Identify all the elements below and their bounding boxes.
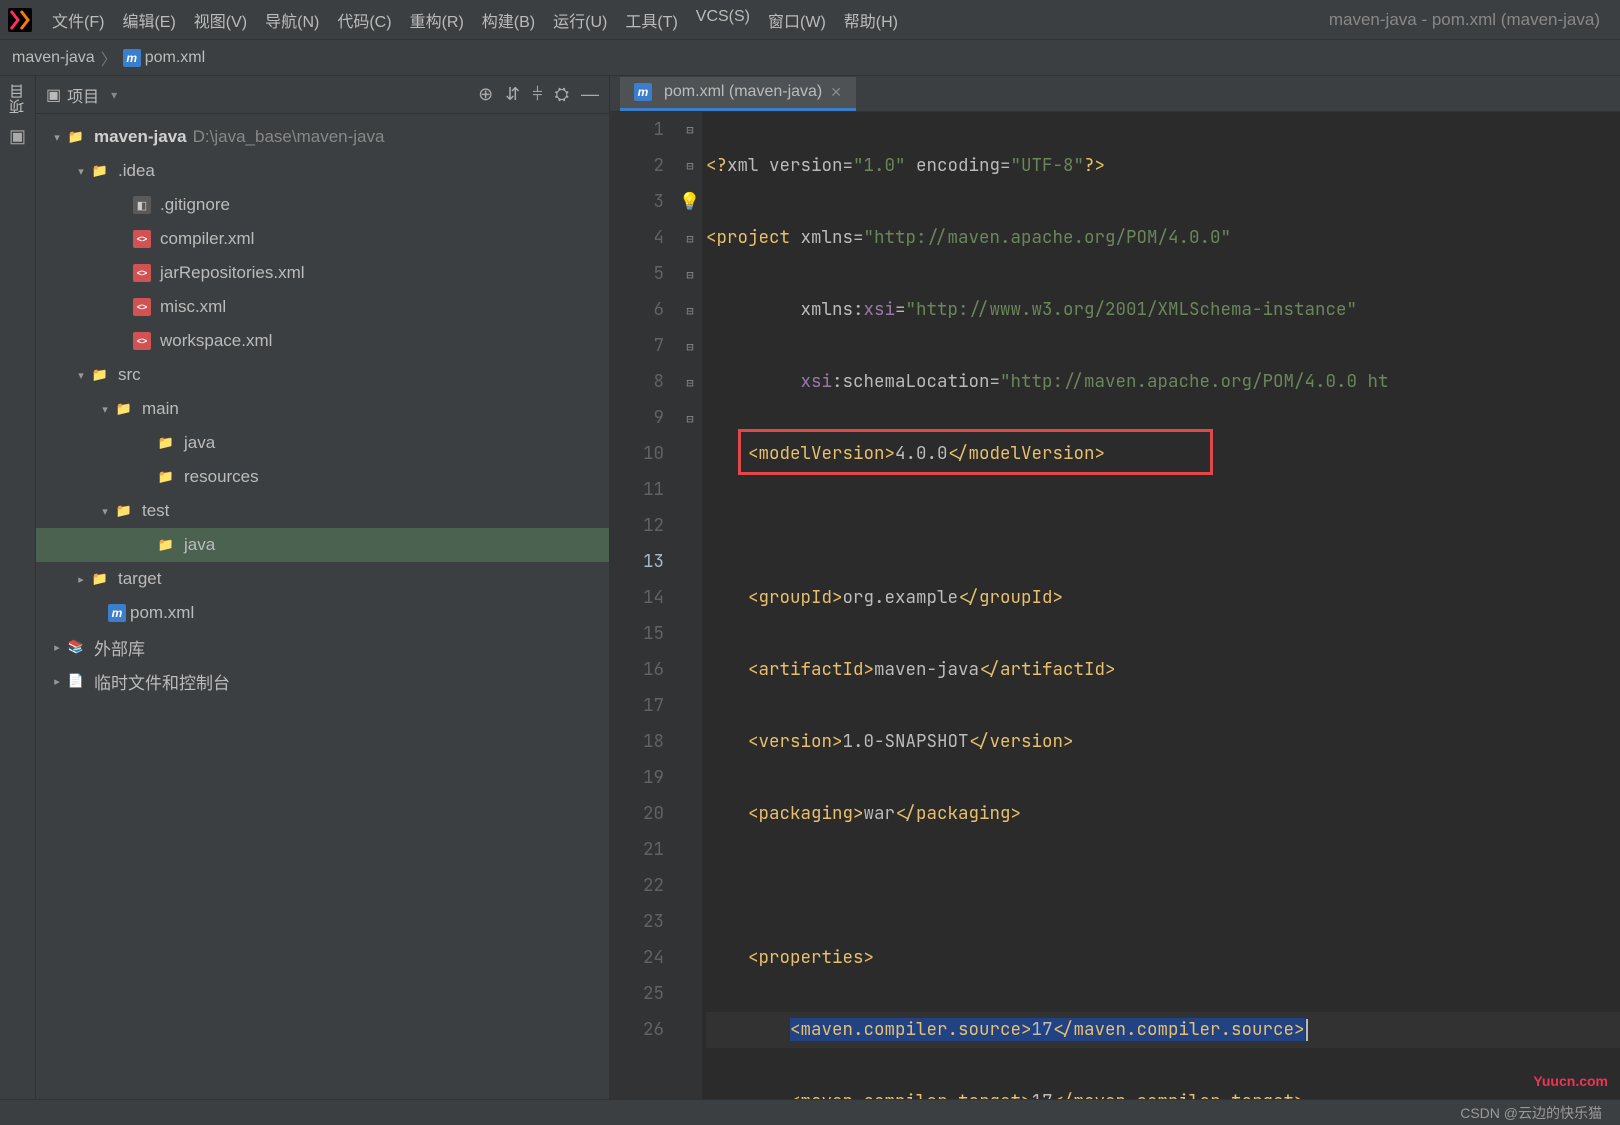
xml-file-icon: <> (132, 229, 152, 249)
chevron-right-icon: 〉 (101, 46, 117, 70)
status-text: CSDN @云边的快乐猫 (1460, 1103, 1602, 1123)
menu-window[interactable]: 窗口(W) (768, 8, 826, 32)
folder-icon: 📁 (90, 365, 110, 385)
collapse-all-icon[interactable]: ⫩ (532, 84, 542, 105)
text-cursor (1306, 1019, 1308, 1041)
status-bar: CSDN @云边的快乐猫 (0, 1099, 1620, 1125)
tree-resources[interactable]: 📁resources (36, 460, 609, 494)
menu-edit[interactable]: 编辑(E) (122, 8, 175, 32)
xml-file-icon: <> (132, 263, 152, 283)
editor-tabs: m pom.xml (maven-java) ✕ (610, 76, 1620, 112)
source-folder-icon: 📁 (156, 433, 176, 453)
code-content[interactable]: <?xml version="1.0" encoding="UTF-8"?> <… (702, 112, 1620, 1099)
close-tab-icon[interactable]: ✕ (830, 84, 842, 101)
app-logo-icon (8, 8, 32, 32)
intention-bulb-icon[interactable]: 💡 (679, 184, 700, 220)
window-icon[interactable]: ▣ (9, 126, 26, 147)
project-tool-tab[interactable]: 项目 (7, 84, 28, 114)
tree-src[interactable]: 📁src (36, 358, 609, 392)
target-folder-icon: 📁 (90, 569, 110, 589)
folder-icon: 📁 (90, 161, 110, 181)
menu-tools[interactable]: 工具(T) (625, 8, 677, 32)
tree-misc-xml[interactable]: <>misc.xml (36, 290, 609, 324)
project-sidebar: ▣ 项目 ▾ ⊕ ⇵ ⫩ ⛭ — 📁maven-javaD:\java_base… (36, 76, 610, 1099)
tree-test[interactable]: 📁test (36, 494, 609, 528)
tree-gitignore[interactable]: ◧.gitignore (36, 188, 609, 222)
tree-jarrepos-xml[interactable]: <>jarRepositories.xml (36, 256, 609, 290)
line-number-gutter: 1234567891011121314151617181920212223242… (610, 112, 678, 1099)
project-tree: 📁maven-javaD:\java_base\maven-java 📁.ide… (36, 114, 609, 1099)
breadcrumb-root[interactable]: maven-java (12, 49, 95, 67)
tree-workspace-xml[interactable]: <>workspace.xml (36, 324, 609, 358)
fold-gutter: ⊟⊟💡⊟⊟⊟⊟⊟⊟ (678, 112, 702, 1099)
tool-window-bar: 项目 ▣ (0, 76, 36, 1099)
menubar: 文件(F) 编辑(E) 视图(V) 导航(N) 代码(C) 重构(R) 构建(B… (0, 0, 1620, 40)
menu-run[interactable]: 运行(U) (553, 8, 607, 32)
menu-code[interactable]: 代码(C) (337, 8, 391, 32)
maven-file-icon: m (123, 49, 141, 67)
tree-root[interactable]: 📁maven-javaD:\java_base\maven-java (36, 120, 609, 154)
menu-file[interactable]: 文件(F) (52, 8, 104, 32)
code-editor[interactable]: 1234567891011121314151617181920212223242… (610, 112, 1620, 1099)
expand-all-icon[interactable]: ⇵ (505, 84, 520, 105)
folder-icon: 📁 (114, 501, 134, 521)
tab-pom[interactable]: m pom.xml (maven-java) ✕ (620, 77, 856, 111)
menu-build[interactable]: 构建(B) (482, 8, 535, 32)
folder-icon: 📁 (66, 127, 86, 147)
tree-idea[interactable]: 📁.idea (36, 154, 609, 188)
menu-help[interactable]: 帮助(H) (844, 8, 898, 32)
navigation-bar: maven-java 〉 m pom.xml (0, 40, 1620, 76)
library-icon: 📚 (66, 637, 86, 657)
gitignore-icon: ◧ (132, 195, 152, 215)
tree-java-main[interactable]: 📁java (36, 426, 609, 460)
xml-file-icon: <> (132, 331, 152, 351)
project-view-icon: ▣ (46, 85, 61, 105)
sidebar-title: 项目 (67, 83, 99, 107)
tree-main[interactable]: 📁main (36, 392, 609, 426)
menu-vcs[interactable]: VCS(S) (696, 8, 750, 32)
folder-icon: 📁 (114, 399, 134, 419)
resources-folder-icon: 📁 (156, 467, 176, 487)
xml-file-icon: <> (132, 297, 152, 317)
menu-view[interactable]: 视图(V) (194, 8, 247, 32)
tree-scratches[interactable]: 📄临时文件和控制台 (36, 664, 609, 698)
editor-area: m pom.xml (maven-java) ✕ 123456789101112… (610, 76, 1620, 1099)
maven-file-icon: m (108, 604, 126, 622)
tree-java-test[interactable]: 📁java (36, 528, 609, 562)
menu-refactor[interactable]: 重构(R) (410, 8, 464, 32)
test-folder-icon: 📁 (156, 535, 176, 555)
menu-navigate[interactable]: 导航(N) (265, 8, 319, 32)
tree-compiler-xml[interactable]: <>compiler.xml (36, 222, 609, 256)
tree-external-libs[interactable]: 📚外部库 (36, 630, 609, 664)
watermark: Yuucn.com (1533, 1073, 1608, 1089)
settings-icon[interactable]: ⛭ (555, 84, 569, 105)
scratch-icon: 📄 (66, 671, 86, 691)
breadcrumb-file[interactable]: pom.xml (145, 49, 205, 67)
window-title: maven-java - pom.xml (maven-java) (1329, 10, 1600, 30)
tree-target[interactable]: 📁target (36, 562, 609, 596)
minimize-icon[interactable]: — (581, 84, 599, 105)
maven-file-icon: m (634, 83, 652, 101)
tree-pom[interactable]: mpom.xml (36, 596, 609, 630)
chevron-down-icon[interactable]: ▾ (111, 88, 117, 102)
select-opened-file-icon[interactable]: ⊕ (478, 84, 493, 105)
